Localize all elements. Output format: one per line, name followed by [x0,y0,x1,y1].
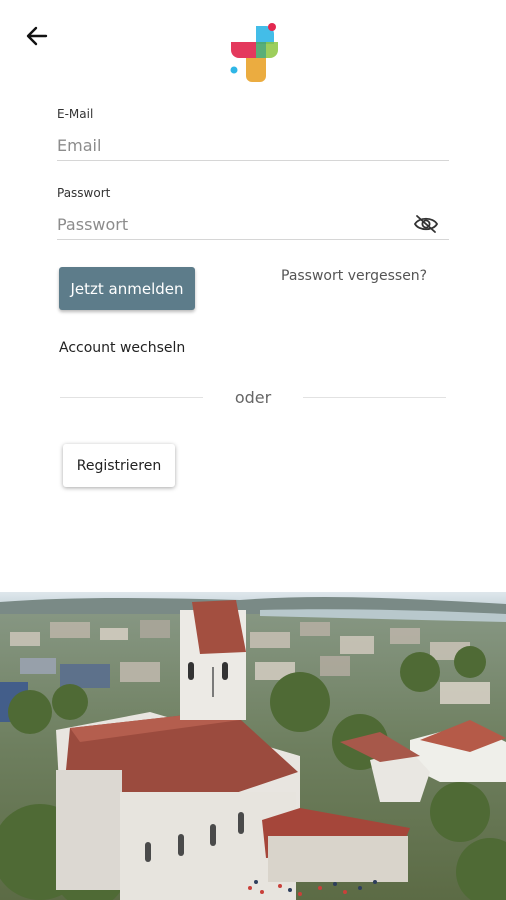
church-town-photo [0,592,506,900]
register-button[interactable]: Registrieren [63,444,175,487]
back-button[interactable] [22,22,52,50]
password-label: Passwort [57,186,111,200]
email-label: E-Mail [57,107,94,121]
password-visibility-toggle[interactable] [412,212,440,236]
login-button[interactable]: Jetzt anmelden [59,267,195,310]
arrow-left-icon [26,26,48,46]
divider-label: oder [234,388,272,407]
switch-account-link[interactable]: Account wechseln [59,340,185,356]
eye-off-icon [413,215,439,233]
divider-right [303,397,446,398]
forgot-password-link[interactable]: Passwort vergessen? [281,268,427,284]
password-field[interactable] [57,209,449,240]
app-logo [230,23,278,82]
email-field[interactable] [57,130,449,161]
divider-left [60,397,203,398]
